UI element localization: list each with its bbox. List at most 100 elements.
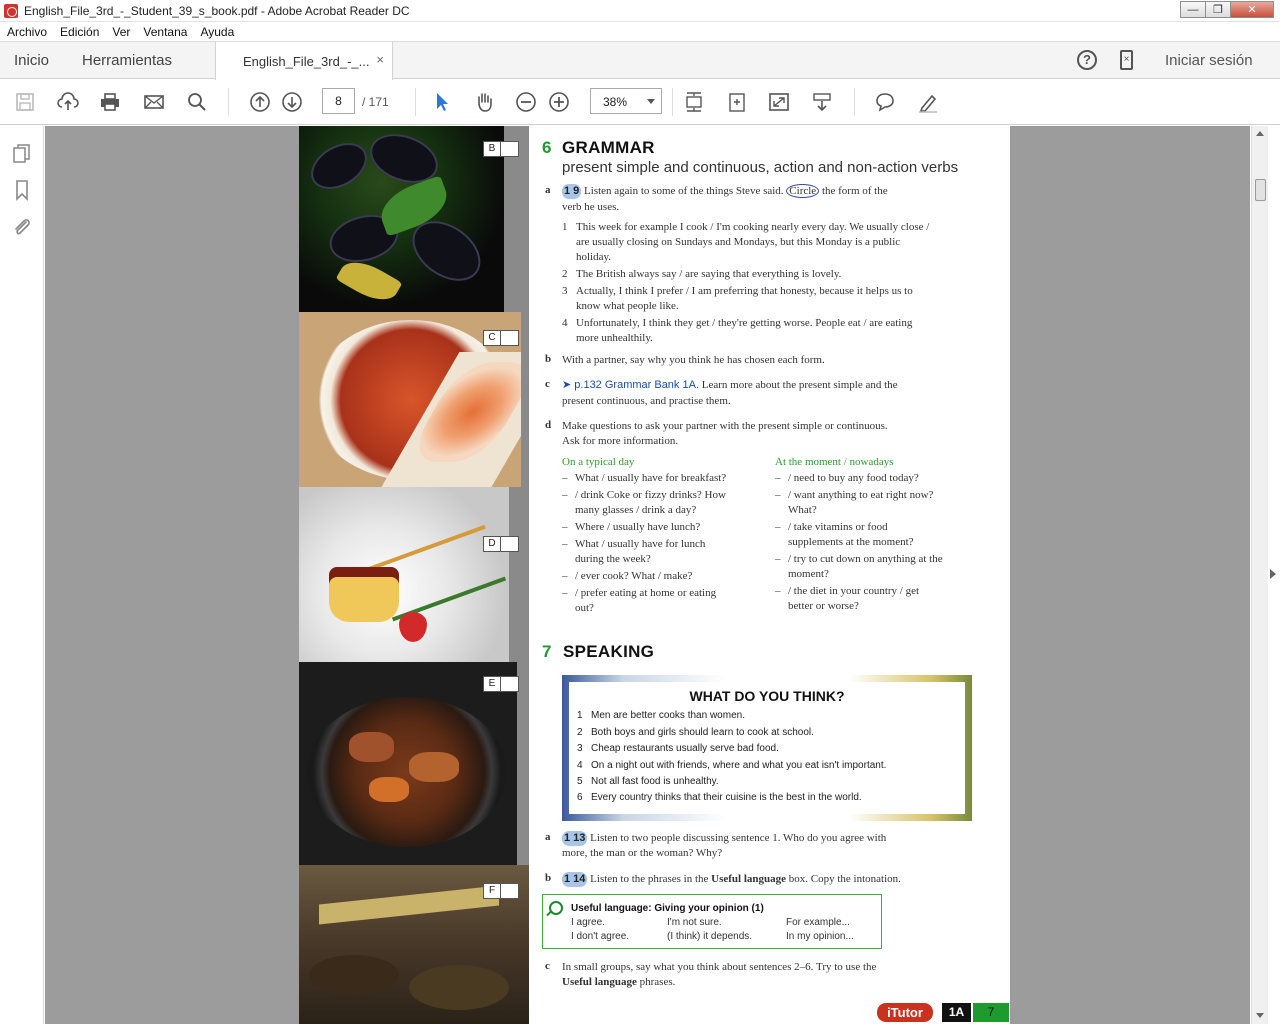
column-heading-nowadays: At the moment / nowadays: [775, 456, 894, 468]
sauce-stripe: [362, 524, 486, 574]
photo-letter: D: [483, 536, 501, 552]
photo-stew: [299, 662, 517, 865]
minimize-button[interactable]: —: [1180, 1, 1206, 18]
grammar-item-text: The British always say / are saying that…: [576, 268, 842, 280]
grammar-item-text: holiday.: [576, 251, 612, 263]
scrollbar-thumb[interactable]: [1255, 179, 1266, 201]
mobile-link-icon[interactable]: ×: [1120, 50, 1133, 70]
question-prompt: moment?: [788, 568, 829, 580]
close-tab-icon[interactable]: ×: [376, 52, 384, 67]
audio-track-badge[interactable]: 1 9: [562, 184, 582, 199]
statement-item: 2 Both boys and girls should learn to coo…: [577, 727, 814, 738]
window-title: English_File_3rd_-_Student_39_s_book.pdf…: [24, 3, 410, 18]
menu-ayuda[interactable]: Ayuda: [200, 25, 234, 39]
question-prompt: out?: [575, 602, 594, 614]
useful-language-title: Useful language: Giving your opinion (1): [571, 903, 764, 914]
question-prompt: / drink Coke or fizzy drinks? How: [575, 489, 726, 501]
exercise-7c-instruction-cont: phrases.: [639, 976, 676, 988]
hand-tool-icon[interactable]: [472, 91, 496, 113]
answer-box[interactable]: [501, 883, 519, 899]
exercise-6d-text: Make questions to ask your partner with …: [562, 420, 888, 432]
column-heading-typical-day: On a typical day: [562, 456, 635, 468]
statement-text: Both boys and girls should learn to cook…: [591, 727, 814, 738]
email-icon[interactable]: [142, 91, 166, 113]
menu-archivo[interactable]: Archivo: [7, 25, 47, 39]
photo-label-f: F: [483, 883, 519, 899]
grammar-section-title: GRAMMAR: [562, 138, 655, 157]
previous-page-icon[interactable]: [248, 91, 272, 113]
statement-text: Every country thinks that their cuisine …: [591, 792, 862, 803]
useful-phrase: I don't agree.: [571, 931, 630, 942]
photo-dessert: [299, 487, 509, 662]
menu-ventana[interactable]: Ventana: [143, 25, 187, 39]
answer-box[interactable]: [501, 330, 519, 346]
audio-track-badge[interactable]: 1 14: [562, 872, 588, 887]
menu-bar: Archivo Edición Ver Ventana Ayuda: [0, 22, 1280, 42]
question-prompt: What / usually have for breakfast?: [575, 472, 727, 484]
question-prompt: / prefer eating at home or eating: [575, 587, 717, 599]
menu-ver[interactable]: Ver: [112, 25, 130, 39]
full-screen-icon[interactable]: [767, 91, 791, 113]
statement-text: Not all fast food is unhealthy.: [591, 776, 719, 787]
question-prompt: supplements at the moment?: [788, 536, 914, 548]
fit-page-icon[interactable]: [682, 91, 706, 113]
tab-home[interactable]: Inicio: [14, 52, 49, 69]
close-window-button[interactable]: ✕: [1230, 1, 1274, 18]
chevron-down-icon: [647, 99, 655, 104]
statement-item: 3 Cheap restaurants usually serve bad foo…: [577, 743, 779, 754]
bookmark-icon[interactable]: [11, 179, 33, 201]
attachment-icon[interactable]: [11, 216, 33, 238]
scroll-mode-icon[interactable]: [810, 91, 834, 113]
scroll-down-icon[interactable]: [1256, 1013, 1264, 1018]
menu-edicion[interactable]: Edición: [60, 25, 99, 39]
useful-language-box: Useful language: Giving your opinion (1)…: [542, 894, 882, 949]
cloud-upload-icon[interactable]: [56, 91, 80, 113]
exercise-7a-instruction: Listen to two people discussing sentence…: [590, 832, 887, 844]
save-icon[interactable]: [13, 91, 37, 113]
photo-label-c: C: [483, 330, 519, 346]
market-awning: [319, 885, 499, 925]
stew-pot: [307, 697, 507, 847]
exercise-6c-instruction: Learn more about the present simple and …: [701, 379, 898, 391]
vertical-scrollbar[interactable]: [1251, 126, 1268, 1024]
select-cursor-icon[interactable]: [430, 91, 454, 113]
highlight-pen-icon[interactable]: [916, 91, 940, 113]
next-page-icon[interactable]: [280, 91, 304, 113]
market-produce: [409, 965, 509, 1010]
answer-box[interactable]: [501, 676, 519, 692]
zoom-select[interactable]: 38%: [590, 88, 662, 114]
flan: [329, 567, 399, 622]
page-number-input[interactable]: 8: [322, 88, 355, 114]
page-thumbnails-icon[interactable]: [11, 143, 33, 165]
comment-icon[interactable]: [873, 91, 897, 113]
tab-document[interactable]: English_File_3rd_-_... ×: [215, 42, 393, 80]
signin-link[interactable]: Iniciar sesión: [1165, 52, 1253, 69]
speaking-section-title: SPEAKING: [563, 642, 655, 661]
question-prompt: Where / usually have lunch?: [575, 521, 701, 533]
rotate-view-icon[interactable]: [725, 91, 749, 113]
tab-tools[interactable]: Herramientas: [82, 52, 172, 69]
grammar-subtitle: present simple and continuous, action an…: [562, 159, 959, 176]
acrobat-pdf-icon: [4, 3, 18, 18]
question-dash: –: [562, 489, 568, 501]
print-icon[interactable]: [98, 91, 122, 113]
market-produce: [309, 955, 399, 995]
statement-text: Men are better cooks than women.: [591, 710, 745, 721]
statement-item: 5 Not all fast food is unhealthy.: [577, 776, 719, 787]
photo-mussels: [299, 126, 504, 312]
toolbar-separator: [672, 88, 673, 116]
maximize-button[interactable]: ❐: [1205, 1, 1231, 18]
page-total: / 171: [362, 95, 389, 109]
audio-track-badge[interactable]: 1 13: [562, 831, 588, 846]
grammar-bank-link[interactable]: ➤ p.132 Grammar Bank 1A.: [562, 379, 699, 391]
search-icon[interactable]: [185, 91, 209, 113]
zoom-in-icon[interactable]: [547, 91, 571, 113]
expand-right-pane-icon[interactable]: [1270, 569, 1276, 579]
useful-phrase: In my opinion...: [786, 931, 854, 942]
answer-box[interactable]: [501, 536, 519, 552]
zoom-out-icon[interactable]: [514, 91, 538, 113]
help-icon[interactable]: ?: [1077, 50, 1097, 70]
scroll-up-icon[interactable]: [1256, 131, 1264, 136]
statement-number: 3: [577, 743, 583, 754]
answer-box[interactable]: [501, 141, 519, 157]
